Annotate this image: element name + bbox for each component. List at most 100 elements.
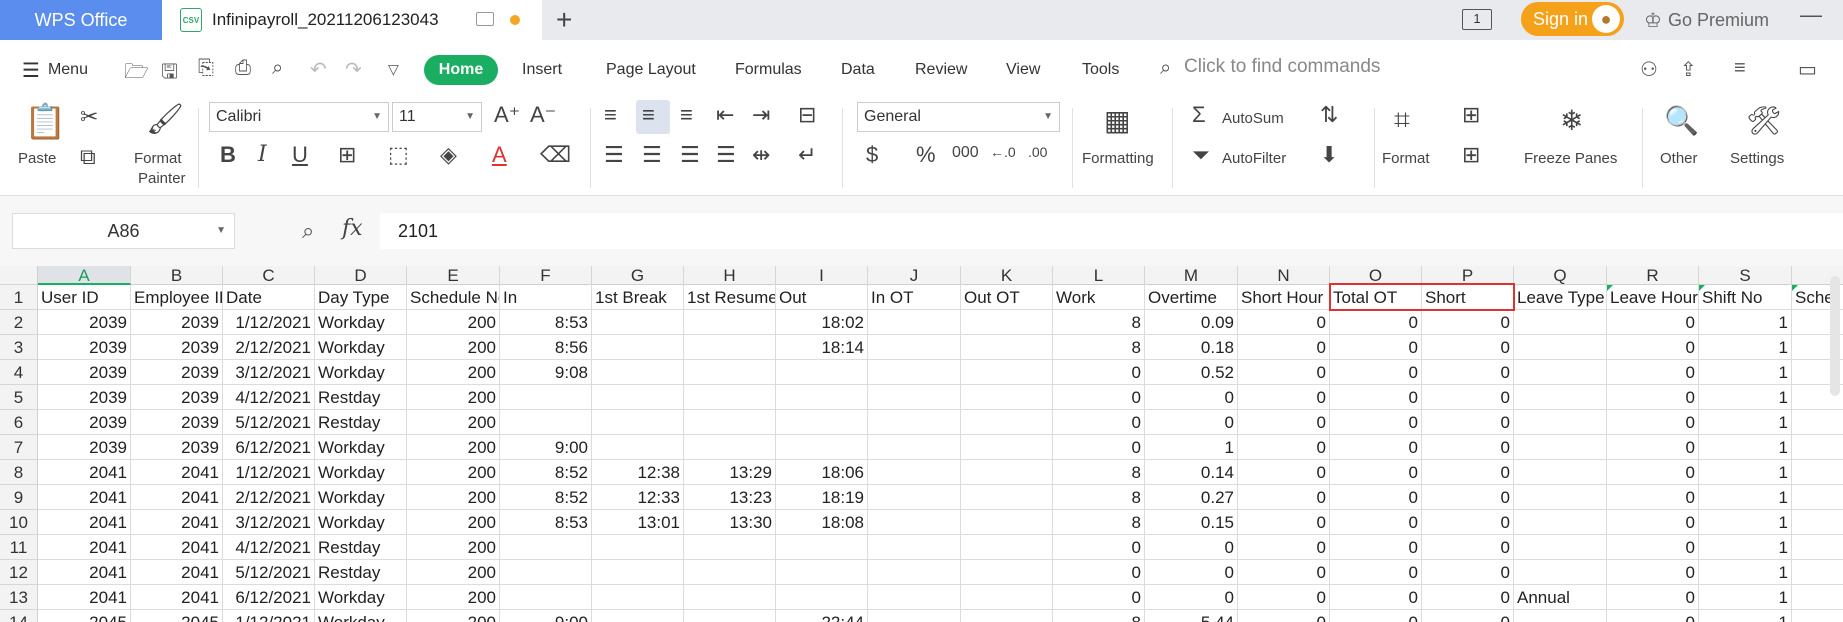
table-cell[interactable]: 0 bbox=[1330, 385, 1422, 410]
table-cell[interactable]: 2041 bbox=[131, 510, 223, 535]
monitor-icon[interactable] bbox=[476, 12, 494, 26]
table-cell[interactable]: 1 bbox=[1699, 610, 1792, 622]
formula-input[interactable]: 2101 bbox=[380, 213, 1843, 249]
row-header[interactable]: 10 bbox=[0, 510, 38, 535]
print-icon[interactable]: ⎙ bbox=[235, 57, 251, 80]
table-cell[interactable]: 0.18 bbox=[1145, 335, 1238, 360]
table-cell[interactable]: 18:02 bbox=[776, 310, 868, 335]
table-cell[interactable]: 200 bbox=[407, 510, 500, 535]
format-painter-label-2[interactable]: Painter bbox=[138, 170, 186, 187]
table-cell[interactable]: 200 bbox=[407, 610, 500, 622]
table-cell[interactable]: 0 bbox=[1422, 335, 1514, 360]
table-cell[interactable]: 4/12/2021 bbox=[223, 535, 315, 560]
table-cell[interactable]: 2045 bbox=[131, 610, 223, 622]
table-cell[interactable]: 0 bbox=[1238, 585, 1330, 610]
table-cell[interactable]: 8 bbox=[1053, 310, 1145, 335]
column-header-s[interactable]: S bbox=[1699, 266, 1792, 285]
table-cell[interactable] bbox=[1514, 510, 1607, 535]
table-cell[interactable] bbox=[1514, 360, 1607, 385]
table-cell[interactable]: Workday bbox=[315, 510, 407, 535]
table-cell[interactable]: 0 bbox=[1330, 435, 1422, 460]
border-icon[interactable]: ⊞ bbox=[338, 142, 356, 168]
share-user-icon[interactable]: ⚇ bbox=[1640, 57, 1658, 82]
table-cell[interactable]: 2039 bbox=[131, 435, 223, 460]
row-header[interactable]: 5 bbox=[0, 385, 38, 410]
row-header[interactable]: 13 bbox=[0, 585, 38, 610]
table-cell[interactable]: 9:00 bbox=[500, 435, 592, 460]
sort-icon[interactable]: ⇅ bbox=[1320, 102, 1338, 128]
table-cell[interactable] bbox=[1792, 610, 1843, 622]
font-name-select[interactable]: Calibri ▼ bbox=[209, 102, 389, 132]
row-header[interactable]: 2 bbox=[0, 310, 38, 335]
table-cell[interactable]: Workday bbox=[315, 485, 407, 510]
header-cell[interactable]: Total OT bbox=[1330, 285, 1422, 310]
header-cell[interactable]: Overtime bbox=[1145, 285, 1238, 310]
column-header-q[interactable]: Q bbox=[1514, 266, 1607, 285]
table-cell[interactable] bbox=[868, 460, 961, 485]
column-header-g[interactable]: G bbox=[592, 266, 684, 285]
table-cell[interactable]: 8 bbox=[1053, 335, 1145, 360]
find-icon[interactable]: 🔍 bbox=[1664, 104, 1699, 137]
column-header-a[interactable]: A bbox=[38, 266, 131, 285]
table-cell[interactable]: 2039 bbox=[38, 385, 131, 410]
header-cell[interactable]: 1st Break bbox=[592, 285, 684, 310]
table-cell[interactable] bbox=[684, 410, 776, 435]
table-cell[interactable]: Restday bbox=[315, 410, 407, 435]
paste-icon[interactable]: 📋 bbox=[24, 102, 66, 142]
table-cell[interactable]: 1/12/2021 bbox=[223, 610, 315, 622]
table-cell[interactable] bbox=[961, 610, 1053, 622]
increase-decimal-icon[interactable]: ←.0 bbox=[990, 144, 1016, 160]
table-cell[interactable]: 200 bbox=[407, 560, 500, 585]
vertical-scrollbar[interactable] bbox=[1830, 276, 1840, 396]
table-cell[interactable]: 2039 bbox=[131, 360, 223, 385]
table-cell[interactable] bbox=[776, 360, 868, 385]
table-cell[interactable]: 2041 bbox=[131, 535, 223, 560]
table-cell[interactable]: 5.44 bbox=[1145, 610, 1238, 622]
table-cell[interactable]: 8 bbox=[1053, 610, 1145, 622]
table-cell[interactable]: 5/12/2021 bbox=[223, 560, 315, 585]
table-cell[interactable]: 0 bbox=[1422, 485, 1514, 510]
table-cell[interactable]: 2039 bbox=[38, 310, 131, 335]
table-cell[interactable]: 2045 bbox=[38, 610, 131, 622]
table-cell[interactable]: 2041 bbox=[38, 460, 131, 485]
decrease-indent-icon[interactable]: ⇤ bbox=[716, 102, 734, 128]
table-cell[interactable] bbox=[868, 485, 961, 510]
table-cell[interactable] bbox=[1792, 460, 1843, 485]
tab-page-layout[interactable]: Page Layout bbox=[606, 40, 696, 100]
table-cell[interactable]: 2041 bbox=[38, 585, 131, 610]
table-cell[interactable] bbox=[592, 435, 684, 460]
table-cell[interactable]: 0 bbox=[1145, 535, 1238, 560]
table-cell[interactable]: 2/12/2021 bbox=[223, 335, 315, 360]
table-cell[interactable]: 2041 bbox=[38, 510, 131, 535]
table-cell[interactable] bbox=[500, 385, 592, 410]
table-cell[interactable]: Workday bbox=[315, 335, 407, 360]
table-cell[interactable]: 2039 bbox=[38, 435, 131, 460]
table-cell[interactable] bbox=[592, 310, 684, 335]
header-cell[interactable]: Short bbox=[1422, 285, 1514, 310]
header-cell[interactable]: Work bbox=[1053, 285, 1145, 310]
table-cell[interactable]: Workday bbox=[315, 460, 407, 485]
table-cell[interactable]: 0.15 bbox=[1145, 510, 1238, 535]
table-cell[interactable] bbox=[500, 535, 592, 560]
table-cell[interactable]: 0 bbox=[1422, 610, 1514, 622]
table-cell[interactable]: 0 bbox=[1607, 410, 1699, 435]
table-cell[interactable] bbox=[1792, 410, 1843, 435]
table-cell[interactable]: 0 bbox=[1330, 560, 1422, 585]
table-cell[interactable] bbox=[1792, 585, 1843, 610]
table-cell[interactable] bbox=[684, 535, 776, 560]
header-cell[interactable]: Out OT bbox=[961, 285, 1053, 310]
table-cell[interactable]: 5/12/2021 bbox=[223, 410, 315, 435]
column-header-r[interactable]: R bbox=[1607, 266, 1699, 285]
column-header-h[interactable]: H bbox=[684, 266, 776, 285]
table-cell[interactable]: 0 bbox=[1238, 410, 1330, 435]
header-cell[interactable]: Leave Type bbox=[1514, 285, 1607, 310]
autofilter-label[interactable]: AutoFilter bbox=[1222, 150, 1286, 167]
table-cell[interactable]: 0 bbox=[1053, 435, 1145, 460]
table-cell[interactable]: 1 bbox=[1699, 460, 1792, 485]
thousands-icon[interactable]: 000 bbox=[952, 144, 979, 162]
table-cell[interactable]: 0 bbox=[1422, 560, 1514, 585]
align-bottom-icon[interactable]: ≡ bbox=[680, 102, 693, 128]
table-cell[interactable] bbox=[684, 385, 776, 410]
table-cell[interactable]: 3/12/2021 bbox=[223, 360, 315, 385]
column-header-p[interactable]: P bbox=[1422, 266, 1514, 285]
